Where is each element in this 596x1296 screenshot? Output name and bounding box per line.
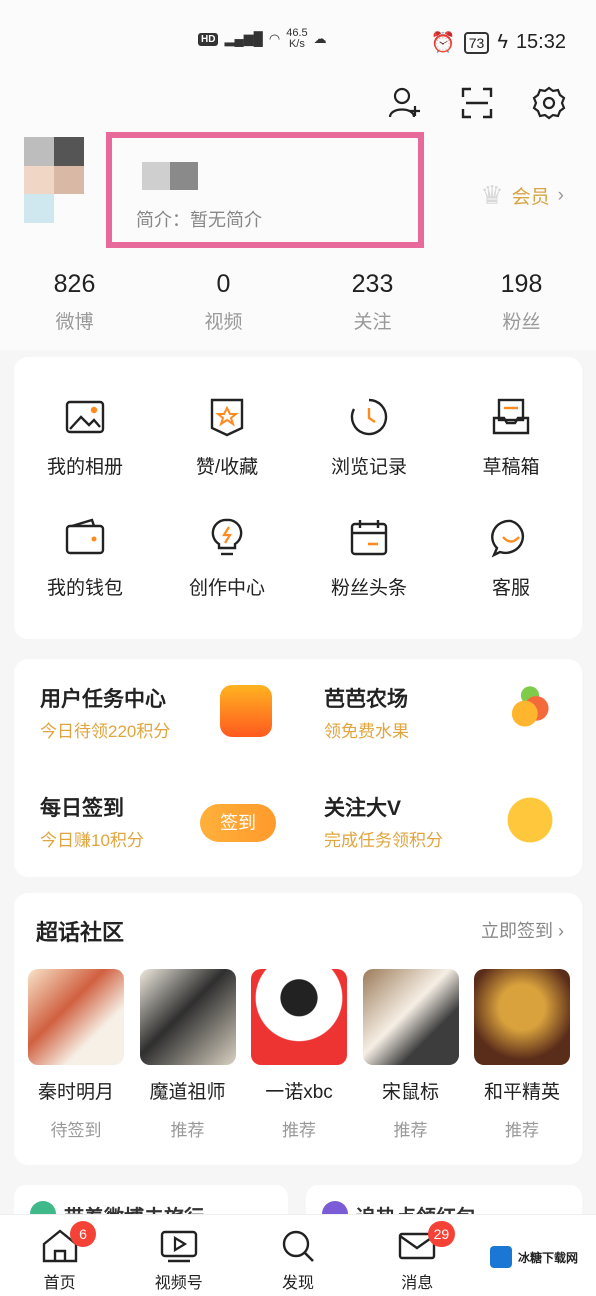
charging-icon: ϟ [497, 31, 508, 53]
stat-fans[interactable]: 198 粉丝 [447, 270, 596, 334]
signal-icon: ▂▄▆█ [224, 31, 263, 46]
drafts-tray-icon [492, 398, 530, 435]
chevron-right-icon: › [557, 184, 564, 206]
topic-item[interactable]: 秦时明月 待签到 [24, 969, 128, 1141]
scan-icon[interactable] [460, 86, 494, 120]
tab-discover[interactable]: 发现 [238, 1215, 357, 1296]
lightbulb-icon [211, 518, 243, 556]
vip-label: 会员 [511, 187, 550, 208]
task-user-center[interactable]: 用户任务中心 今日待领220积分 [14, 659, 298, 768]
topic-item[interactable]: 和平精英 推荐 [470, 969, 574, 1141]
grid-item-wallet[interactable]: 我的钱包 [14, 498, 156, 619]
history-clock-icon [350, 398, 388, 436]
tab-messages[interactable]: 消息 29 [358, 1215, 477, 1296]
grid-item-album[interactable]: 我的相册 [14, 377, 156, 498]
calendar-icon [350, 520, 388, 556]
avatar[interactable] [24, 137, 84, 223]
grid-item-creator-center[interactable]: 创作中心 [156, 498, 298, 619]
topic-item[interactable]: 魔道祖师 推荐 [136, 969, 240, 1141]
battery-icon: 73 [463, 31, 490, 54]
search-icon [282, 1230, 314, 1262]
hd-icon: HD [198, 32, 219, 46]
grid-item-likes[interactable]: 赞/收藏 [156, 377, 298, 498]
video-icon [160, 1230, 197, 1263]
red-envelope-icon [220, 685, 272, 737]
top-actions [388, 86, 566, 120]
settings-gear-icon[interactable] [532, 86, 566, 120]
profile-stats: 826 微博 0 视频 233 关注 198 粉丝 [0, 270, 596, 334]
signin-button[interactable]: 签到 [200, 804, 276, 842]
stat-video[interactable]: 0 视频 [149, 270, 298, 334]
check-badge-icon [504, 794, 556, 846]
crown-icon: ♛ [480, 180, 504, 210]
topic-thumbnail [139, 969, 236, 1065]
messages-badge: 29 [427, 1221, 456, 1247]
topic-thumbnail [28, 969, 124, 1065]
status-left: HD ▂▄▆█ ◠ 46.5 K/s ☁ [198, 28, 327, 50]
topic-thumbnail [251, 969, 347, 1065]
photo-album-icon [65, 400, 105, 434]
tab-video[interactable]: 视频号 [119, 1215, 238, 1296]
cloud-icon: ☁ [313, 31, 327, 46]
feature-grid: 我的相册 赞/收藏 浏览记录 草稿箱 我的钱包 创作中心 粉丝头条 客服 [14, 357, 582, 639]
profile-header: 简介：暂无简介 ♛ 会员 › 826 微博 0 视频 233 关注 198 粉丝 [0, 80, 596, 350]
grid-item-drafts[interactable]: 草稿箱 [440, 377, 582, 498]
stat-weibo[interactable]: 826 微博 [0, 270, 149, 334]
super-topic-card: 超话社区 立即签到 › 秦时明月 待签到 魔道祖师 推荐 一诺xbc 推荐 宋鼠… [14, 893, 582, 1165]
alarm-icon: ⏰ [430, 32, 456, 54]
grid-item-fans-headline[interactable]: 粉丝头条 [298, 498, 440, 619]
chat-bubble-icon [491, 519, 525, 558]
vip-entry[interactable]: ♛ 会员 › [480, 180, 564, 211]
home-badge: 6 [70, 1221, 96, 1247]
grid-item-customer-service[interactable]: 客服 [440, 498, 582, 619]
username-blurred[interactable] [142, 162, 198, 190]
grid-item-history[interactable]: 浏览记录 [298, 377, 440, 498]
task-baba-farm[interactable]: 芭芭农场 领免费水果 [298, 659, 582, 768]
tasks-card: 用户任务中心 今日待领220积分 芭芭农场 领免费水果 每日签到 今日赚10积分… [14, 659, 582, 877]
bio-text: 简介：暂无简介 [136, 210, 262, 230]
topic-item[interactable]: 一诺xbc 推荐 [247, 969, 351, 1141]
watermark-logo-icon [490, 1246, 512, 1268]
username-highlight-box: 简介：暂无简介 [106, 132, 424, 248]
feature-grid-card: 我的相册 赞/收藏 浏览记录 草稿箱 我的钱包 创作中心 粉丝头条 客服 [14, 357, 582, 639]
net-speed: 46.5 K/s [286, 27, 308, 50]
super-topic-list: 秦时明月 待签到 魔道祖师 推荐 一诺xbc 推荐 宋鼠标 推荐 和平精英 推荐 [24, 969, 574, 1141]
site-watermark: 冰糖下载网 [484, 1238, 596, 1276]
topic-thumbnail [474, 969, 570, 1065]
fruit-icon [504, 685, 556, 737]
topic-item[interactable]: 宋鼠标 推荐 [359, 969, 463, 1141]
topic-thumbnail [362, 969, 459, 1065]
super-topic-title: 超话社区 [36, 920, 125, 945]
like-favorite-icon [210, 398, 244, 437]
add-friend-icon[interactable] [388, 86, 422, 120]
task-daily-signin[interactable]: 每日签到 今日赚10积分 签到 [14, 768, 298, 877]
clock-time: 15:32 [515, 31, 566, 53]
status-right: ⏰ 73 ϟ 15:32 [431, 30, 566, 55]
tab-home[interactable]: 首页 6 [0, 1215, 119, 1296]
signin-now-link[interactable]: 立即签到 › [481, 917, 564, 943]
chevron-right-icon: › [558, 921, 564, 941]
stat-following[interactable]: 233 关注 [298, 270, 447, 334]
wifi-icon: ◠ [268, 31, 281, 46]
status-bar: HD ▂▄▆█ ◠ 46.5 K/s ☁ ⏰ 73 ϟ 15:32 [0, 0, 596, 80]
wallet-icon [65, 518, 105, 555]
task-follow-bigv[interactable]: 关注大V 完成任务领积分 [298, 768, 582, 877]
